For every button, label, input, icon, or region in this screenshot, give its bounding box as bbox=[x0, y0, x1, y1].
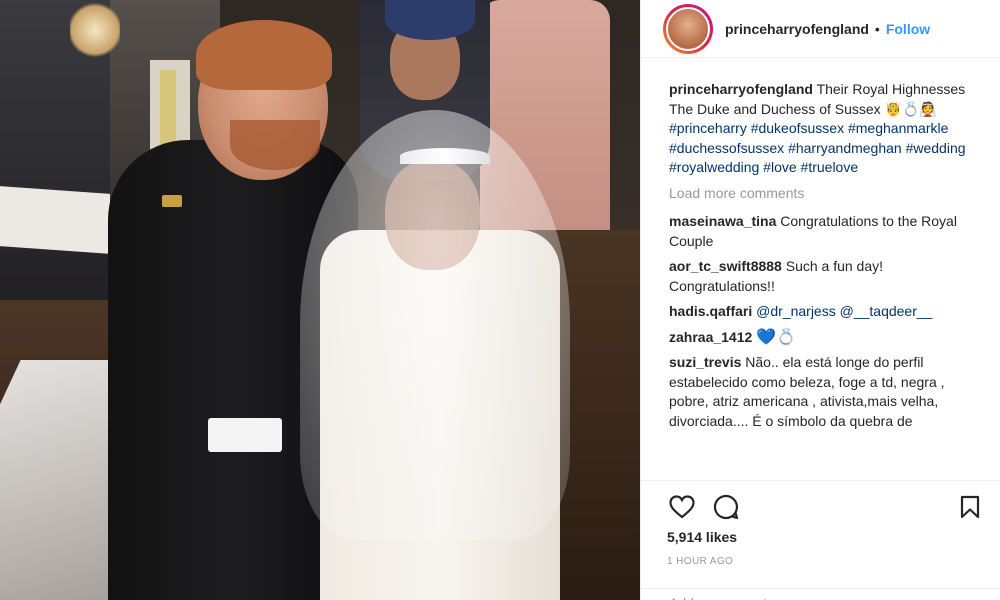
list-item: aor_tc_swift8888 Such a fun day! Congrat… bbox=[669, 257, 984, 296]
comment-username[interactable]: aor_tc_swift8888 bbox=[669, 258, 782, 274]
post-actions: 5,914 likes 1 HOUR AGO bbox=[641, 480, 1000, 567]
list-item: zahraa_1412 💙💍 bbox=[669, 328, 984, 348]
list-item: maseinawa_tina Congratulations to the Ro… bbox=[669, 212, 984, 251]
avatar-image bbox=[666, 6, 710, 51]
add-comment-field[interactable]: Add a comment... bbox=[641, 588, 1000, 600]
list-item: hadis.qaffari @dr_narjess @__taqdeer__ bbox=[669, 302, 984, 322]
post-photo[interactable] bbox=[0, 0, 640, 600]
follow-button[interactable]: Follow bbox=[886, 21, 930, 37]
background-lamp bbox=[70, 0, 120, 60]
likes-count[interactable]: 5,914 likes bbox=[667, 529, 985, 545]
post-header: princeharryofengland • Follow bbox=[641, 0, 1000, 58]
list-item: suzi_trevis Não.. ela está longe do perf… bbox=[669, 353, 984, 431]
separator-dot: • bbox=[874, 20, 880, 37]
uniform-badge bbox=[162, 195, 182, 207]
comment-username[interactable]: zahraa_1412 bbox=[669, 329, 752, 345]
header-username[interactable]: princeharryofengland bbox=[725, 21, 869, 37]
groom-beard bbox=[230, 120, 320, 170]
caption-hashtags[interactable]: #princeharry #dukeofsussex #meghanmarkle… bbox=[669, 120, 966, 175]
comment-mentions[interactable]: @dr_narjess @__taqdeer__ bbox=[756, 303, 932, 319]
comment-username[interactable]: maseinawa_tina bbox=[669, 213, 776, 229]
post-sidebar: princeharryofengland • Follow princeharr… bbox=[640, 0, 1000, 600]
comments-list: princeharryofengland Their Royal Highnes… bbox=[641, 58, 1000, 431]
comment-username[interactable]: hadis.qaffari bbox=[669, 303, 752, 319]
bride-veil bbox=[300, 110, 570, 540]
comment-emoji: 💙💍 bbox=[756, 328, 797, 346]
avatar[interactable] bbox=[663, 3, 713, 54]
caption-username[interactable]: princeharryofengland bbox=[669, 81, 813, 97]
bookmark-icon[interactable] bbox=[955, 492, 985, 522]
background-order-of-service bbox=[0, 186, 110, 254]
caption: princeharryofengland Their Royal Highnes… bbox=[669, 80, 984, 178]
uniform-belt bbox=[208, 418, 282, 452]
background-guest-hat bbox=[385, 0, 475, 40]
action-icons bbox=[667, 487, 985, 527]
comment-username[interactable]: suzi_trevis bbox=[669, 354, 741, 370]
load-more-comments-button[interactable]: Load more comments bbox=[669, 184, 984, 204]
groom-hair bbox=[196, 20, 332, 90]
post-timestamp: 1 HOUR AGO bbox=[667, 556, 734, 567]
heart-outline-icon[interactable] bbox=[667, 492, 697, 522]
comment-bubble-icon[interactable] bbox=[711, 492, 741, 522]
